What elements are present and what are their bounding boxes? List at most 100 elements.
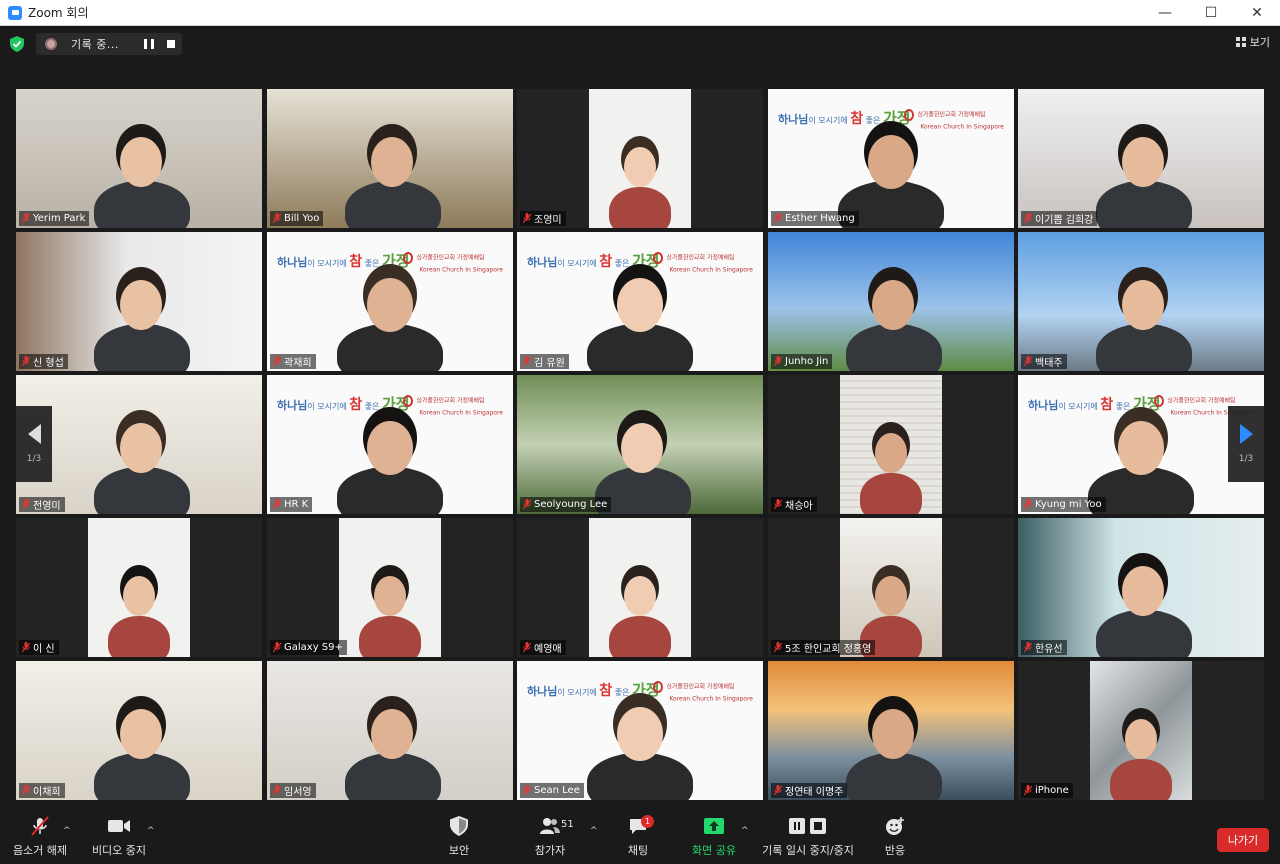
participant-name-tag: 이채희 (19, 783, 65, 798)
view-button[interactable]: 보기 (1235, 34, 1270, 50)
recording-text: 기록 중... (71, 38, 119, 51)
arrow-right-icon (1239, 424, 1253, 444)
participant-figure (94, 467, 190, 514)
reactions-label: 반응 (884, 844, 906, 857)
participant-name: HR K (284, 499, 309, 510)
participant-face (621, 423, 663, 473)
participant-tile[interactable]: 이채희 (16, 661, 262, 800)
participant-name: 예영애 (534, 644, 562, 655)
participant-figure (108, 616, 170, 657)
participant-name-tag: 한유선 (1021, 640, 1067, 655)
chat-button[interactable]: 1 채팅 (622, 812, 654, 864)
participant-tile[interactable]: 채승아 (768, 375, 1014, 514)
encryption-shield-icon[interactable] (10, 36, 24, 52)
leave-button[interactable]: 나가기 (1217, 828, 1269, 852)
stop-video-button[interactable]: 비디오 중지 (88, 812, 150, 864)
participant-tile[interactable]: Yerim Park (16, 89, 262, 228)
participant-name-tag: 백태주 (1021, 354, 1067, 369)
church-logo: 싱가폴한인교회 가정예배팀 Korean Church In Singapore (653, 681, 753, 705)
participant-tile[interactable]: 5조 한인교회 정홍영 (768, 518, 1014, 657)
video-options-caret-icon[interactable]: ^ (147, 826, 155, 836)
participant-name: 한유선 (1035, 644, 1063, 655)
participants-options-caret-icon[interactable]: ^ (590, 826, 598, 836)
view-label: 보기 (1249, 36, 1270, 49)
mic-muted-icon (22, 213, 30, 224)
video-camera-icon (107, 812, 131, 840)
window-title: Zoom 회의 (28, 6, 89, 20)
participant-tile[interactable]: Seolyoung Lee (517, 375, 763, 514)
mic-muted-icon (273, 785, 281, 796)
participants-button[interactable]: 51 참가자 (528, 812, 574, 864)
participant-tile[interactable]: 조영미 (517, 89, 763, 228)
participant-name: 5조 한인교회 정홍영 (785, 644, 872, 655)
participant-figure (359, 616, 421, 657)
participant-tile[interactable]: Junho Jin (768, 232, 1014, 371)
audio-options-caret-icon[interactable]: ^ (63, 826, 71, 836)
participant-tile[interactable]: iPhone (1018, 661, 1264, 800)
participant-face (868, 135, 914, 189)
share-screen-icon (703, 812, 725, 840)
participant-tile[interactable]: 임서영 (267, 661, 513, 800)
reactions-button[interactable]: 반응 (880, 812, 910, 864)
participant-tile[interactable]: 전영미 (16, 375, 262, 514)
chat-label: 채팅 (627, 844, 649, 857)
mic-muted-icon (523, 213, 531, 224)
participant-tile[interactable]: 정연태 이명주 (768, 661, 1014, 800)
mic-muted-icon (774, 213, 782, 224)
participant-face (624, 147, 656, 187)
participant-face (367, 278, 413, 332)
security-button[interactable]: 보안 (439, 812, 479, 864)
participant-face (875, 576, 907, 616)
participant-name-tag: Kyung mi Yoo (1021, 497, 1106, 512)
mic-muted-icon (1024, 213, 1032, 224)
close-button[interactable]: ✕ (1234, 0, 1280, 26)
participant-figure (1110, 759, 1172, 800)
video-grid: Yerim Park Bill Yoo 조영미 하나님이 모시기에 참 좋은 가정 싱가… (16, 89, 1264, 800)
pause-stop-recording-button[interactable]: 기록 일시 중지/중지 (762, 812, 854, 864)
unmute-button[interactable]: 음소거 해제 (10, 812, 70, 864)
participant-figure (345, 181, 441, 228)
participant-tile[interactable]: 하나님이 모시기에 참 좋은 가정 싱가폴한인교회 가정예배팀 Korean Chu… (267, 232, 513, 371)
share-screen-button[interactable]: 화면 공유 (690, 812, 738, 864)
participant-tile[interactable]: Bill Yoo (267, 89, 513, 228)
participant-tile[interactable]: 한유선 (1018, 518, 1264, 657)
participant-name: 곽재희 (284, 358, 312, 369)
participant-name-tag: Esther Hwang (771, 211, 859, 226)
mic-muted-icon (774, 642, 782, 653)
participant-tile[interactable]: 백태주 (1018, 232, 1264, 371)
participant-tile[interactable]: 하나님이 모시기에 참 좋은 가정 싱가폴한인교회 가정예배팀 Korean Chu… (517, 232, 763, 371)
next-page-button[interactable]: 1/3 (1228, 406, 1264, 482)
participant-face (624, 576, 656, 616)
participant-tile[interactable]: 이기쁨 김희강 (1018, 89, 1264, 228)
participant-name: 채승아 (785, 501, 813, 512)
previous-page-button[interactable]: 1/3 (16, 406, 52, 482)
participant-tile[interactable]: 예영애 (517, 518, 763, 657)
participant-tile[interactable]: 하나님이 모시기에 참 좋은 가정 싱가폴한인교회 가정예배팀 Korean Chu… (768, 89, 1014, 228)
participant-face (872, 280, 914, 330)
arrow-left-icon (27, 424, 41, 444)
unmute-label: 음소거 해제 (12, 844, 68, 857)
participant-tile[interactable]: 하나님이 모시기에 참 좋은 가정 싱가폴한인교회 가정예배팀 Korean Chu… (517, 661, 763, 800)
minimize-button[interactable]: — (1142, 0, 1188, 26)
participant-figure (1096, 324, 1192, 371)
participant-tile[interactable]: 이 신 (16, 518, 262, 657)
recording-stop-icon[interactable] (167, 40, 175, 48)
stop-video-label: 비디오 중지 (91, 844, 147, 857)
banner-slogan: 하나님이 모시기에 참 좋은 가정 (1028, 395, 1161, 413)
maximize-button[interactable]: ☐ (1188, 0, 1234, 26)
recording-pause-icon[interactable] (144, 39, 154, 49)
banner-slogan: 하나님이 모시기에 참 좋은 가정 (527, 681, 660, 699)
participant-name-tag: 채승아 (771, 497, 817, 512)
mic-muted-icon (22, 785, 30, 796)
participant-name: Kyung mi Yoo (1035, 499, 1102, 510)
mic-muted-icon (273, 213, 281, 224)
participant-face (617, 707, 663, 761)
participant-tile[interactable]: 신 형섭 (16, 232, 262, 371)
share-options-caret-icon[interactable]: ^ (741, 826, 749, 836)
participant-tile[interactable]: 하나님이 모시기에 참 좋은 가정 싱가폴한인교회 가정예배팀 Korean Chu… (267, 375, 513, 514)
security-shield-icon (450, 812, 468, 840)
participant-face (120, 137, 162, 187)
participant-name-tag: 정연태 이명주 (771, 783, 848, 798)
participant-tile[interactable]: Galaxy S9+ (267, 518, 513, 657)
mic-muted-icon (273, 499, 281, 510)
